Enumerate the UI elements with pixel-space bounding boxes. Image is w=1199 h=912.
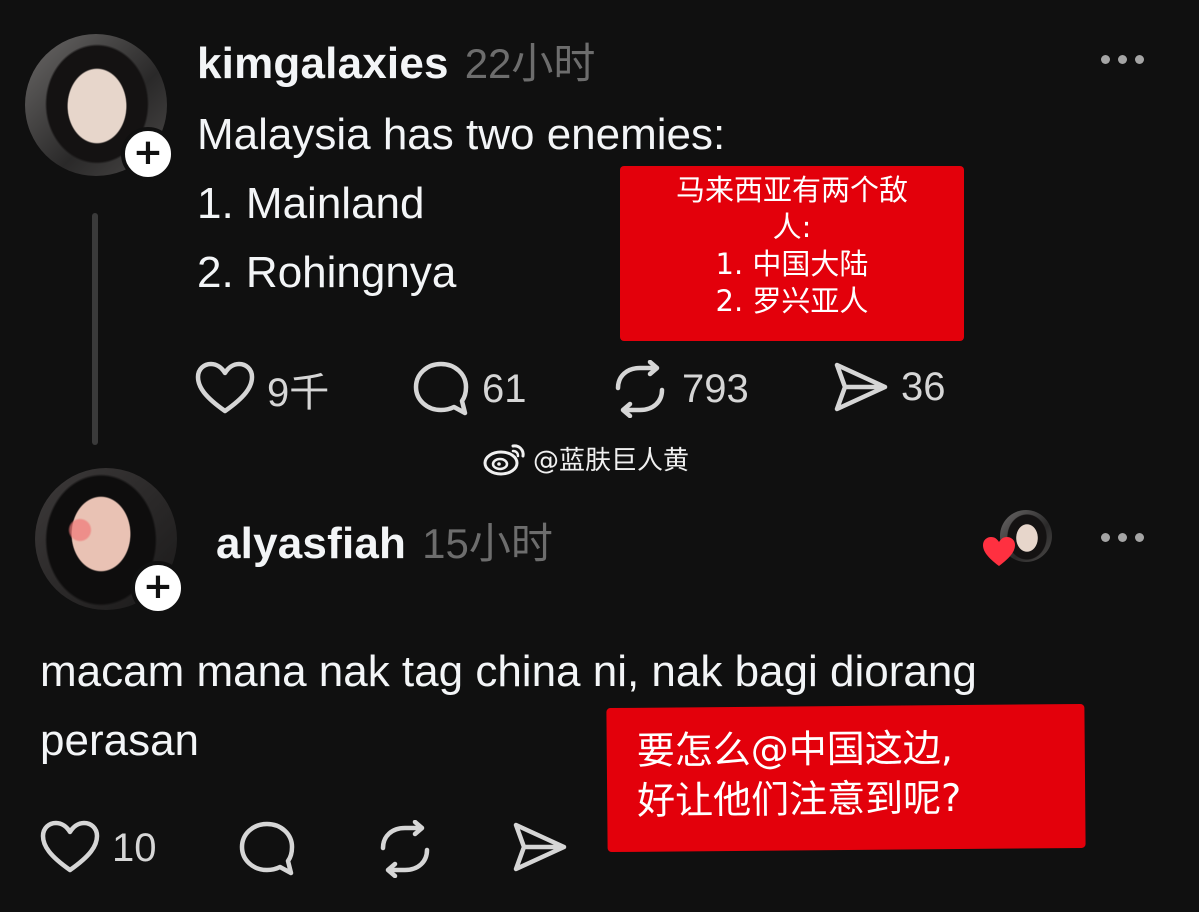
post-text-line-1: Malaysia has two enemies: — [197, 110, 726, 159]
post-timestamp: 22小时 — [464, 40, 596, 87]
translation-line: 1. 中国大陆 — [715, 247, 869, 281]
repost-button[interactable]: 793 — [610, 360, 749, 418]
repost-count: 793 — [682, 366, 749, 411]
like-button[interactable]: 9千 — [195, 360, 329, 418]
send-icon — [513, 822, 567, 872]
send-icon — [834, 362, 888, 412]
post-text-line-2: 1. Mainland — [197, 179, 425, 228]
like-count: 9千 — [267, 371, 330, 415]
reply-more-options-icon[interactable] — [1101, 533, 1144, 542]
repost-icon — [615, 360, 665, 418]
repost-icon — [380, 820, 430, 878]
translation-line: 人: — [772, 210, 812, 244]
reply-button[interactable]: 61 — [412, 360, 527, 418]
reply-text-line-2: perasan — [40, 716, 200, 765]
translation-line: 马来西亚有两个敌 — [675, 173, 908, 207]
heart-icon — [40, 820, 100, 873]
reply-repost-button[interactable] — [375, 820, 435, 878]
thread-line — [92, 213, 98, 445]
comment-icon — [239, 821, 295, 876]
translation-overlay-post: 马来西亚有两个敌 人: 1. 中国大陆 2. 罗兴亚人 — [620, 166, 964, 341]
reply-text-line-1: macam mana nak tag china ni, nak bagi di… — [40, 647, 977, 696]
reply-share-button[interactable] — [512, 820, 568, 874]
reply-count: 61 — [482, 366, 527, 411]
watermark: @蓝肤巨人黄 — [483, 440, 689, 477]
comment-icon — [413, 361, 469, 416]
reply-username[interactable]: alyasfiah — [216, 519, 406, 569]
follow-button[interactable]: + — [121, 127, 175, 181]
translation-line: 要怎么@中国这边, — [636, 726, 954, 773]
more-options-icon[interactable] — [1101, 55, 1144, 64]
reply-like-count: 10 — [112, 825, 157, 870]
post-username[interactable]: kimgalaxies — [197, 39, 449, 89]
share-button[interactable]: 36 — [833, 360, 946, 414]
post-header: kimgalaxies 22小时 — [197, 30, 595, 91]
translation-line: 2. 罗兴亚人 — [715, 284, 869, 318]
reply-comment-button[interactable] — [238, 820, 296, 878]
translation-overlay-reply: 要怎么@中国这边, 好让他们注意到呢? — [606, 703, 1086, 853]
translation-line: 好让他们注意到呢? — [636, 775, 962, 823]
weibo-icon — [483, 443, 525, 475]
heart-icon — [195, 361, 255, 414]
reply-like-button[interactable]: 10 — [40, 820, 157, 876]
share-count: 36 — [901, 364, 946, 409]
follow-button-reply[interactable]: + — [131, 561, 185, 615]
watermark-text: @蓝肤巨人黄 — [533, 446, 690, 476]
heart-icon — [983, 537, 1015, 566]
reply-timestamp: 15小时 — [422, 520, 553, 567]
reply-header: alyasfiah 15小时 — [216, 510, 553, 571]
post-text-line-3: 2. Rohingnya — [197, 248, 457, 297]
